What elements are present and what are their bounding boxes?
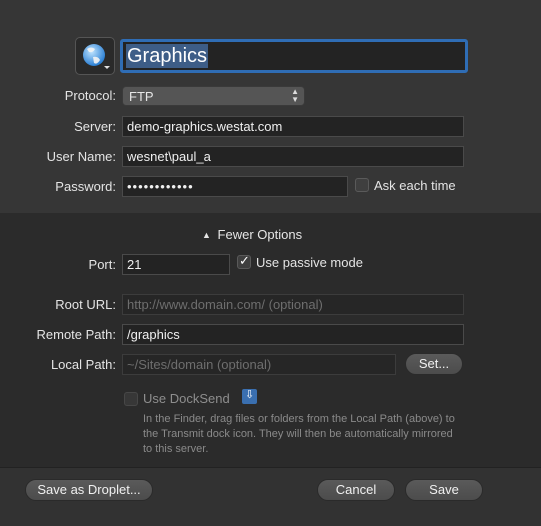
password-field[interactable]: •••••••••••• — [122, 176, 348, 197]
checkmark-icon: ✓ — [239, 253, 250, 268]
password-label: Password: — [55, 179, 116, 194]
ask-each-time-checkbox[interactable] — [355, 178, 369, 192]
fewer-options-label: Fewer Options — [217, 227, 303, 242]
user-name-label: User Name: — [46, 149, 116, 164]
fewer-options-toggle[interactable]: ▲ Fewer Options — [202, 226, 302, 244]
remote-path-field[interactable]: /graphics — [122, 324, 464, 345]
root-url-label: Root URL: — [55, 297, 116, 312]
use-passive-mode-label[interactable]: Use passive mode — [256, 254, 363, 272]
local-path-field[interactable]: ~/Sites/domain (optional) — [122, 354, 396, 375]
select-arrows-icon: ▲ ▼ — [291, 87, 299, 104]
root-url-field[interactable]: http://www.domain.com/ (optional) — [122, 294, 464, 315]
port-field[interactable]: 21 — [122, 254, 230, 275]
user-name-field[interactable]: wesnet\paul_a — [122, 146, 464, 167]
ask-each-time-label[interactable]: Ask each time — [374, 177, 456, 195]
site-name-field[interactable]: Graphics — [120, 39, 468, 73]
server-label: Server: — [74, 119, 116, 134]
local-path-label: Local Path: — [50, 357, 116, 372]
protocol-label: Protocol: — [64, 88, 116, 103]
protocol-select[interactable]: FTP ▲ ▼ — [122, 86, 305, 106]
globe-icon — [83, 44, 110, 69]
docksend-icon: ⇩ — [242, 389, 257, 404]
set-button[interactable]: Set... — [405, 353, 463, 375]
use-docksend-checkbox[interactable] — [124, 392, 138, 406]
use-docksend-label[interactable]: Use DockSend — [143, 390, 230, 408]
use-passive-mode-checkbox[interactable]: ✓ — [237, 253, 251, 269]
remote-path-label: Remote Path: — [36, 327, 117, 342]
protocol-value: FTP — [129, 89, 154, 104]
triangle-up-icon: ▲ — [202, 230, 211, 240]
cancel-button[interactable]: Cancel — [317, 479, 395, 501]
save-as-droplet-button[interactable]: Save as Droplet... — [25, 479, 153, 501]
site-icon-button[interactable] — [75, 37, 115, 75]
port-label: Port: — [88, 257, 116, 272]
save-button[interactable]: Save — [405, 479, 483, 501]
docksend-help-line-2: the Transmit dock icon. They will then b… — [143, 428, 453, 440]
docksend-help-line-1: In the Finder, drag files or folders fro… — [143, 413, 455, 425]
server-field[interactable]: demo-graphics.westat.com — [122, 116, 464, 137]
site-name-text: Graphics — [126, 44, 209, 68]
docksend-help-line-3: to this server. — [143, 443, 209, 455]
